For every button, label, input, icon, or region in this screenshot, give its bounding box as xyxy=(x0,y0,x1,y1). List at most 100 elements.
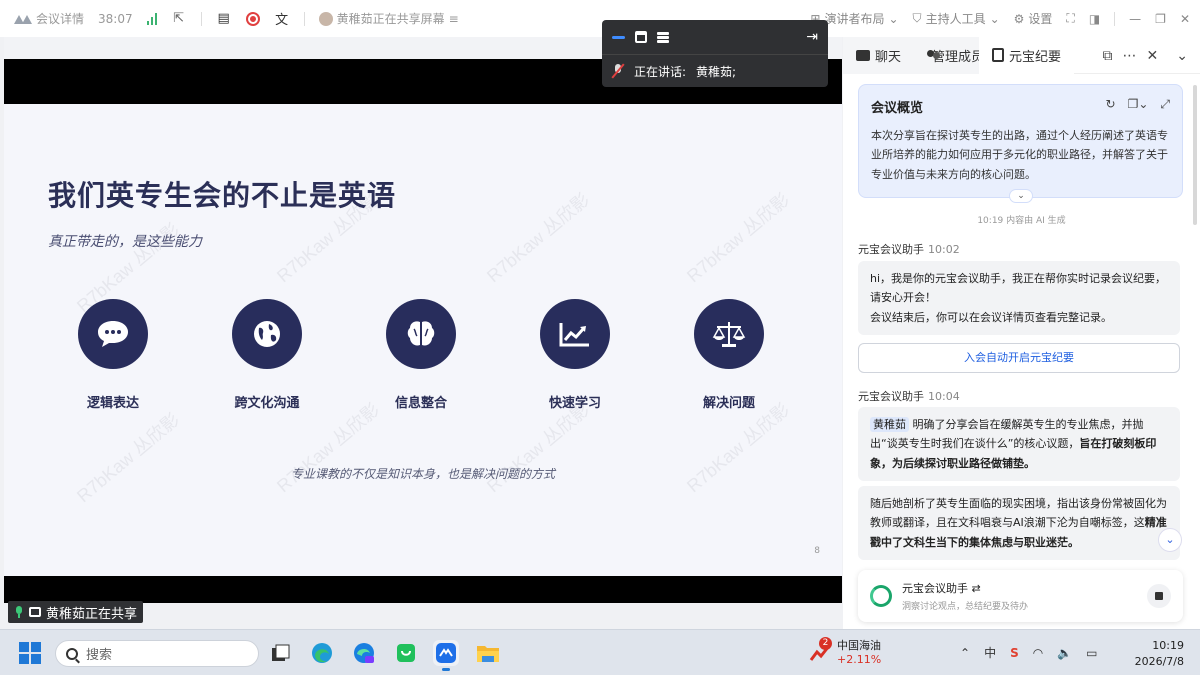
sharing-status[interactable]: 黄稚茹正在共享屏幕 ≡ xyxy=(318,10,459,27)
edge-ai-icon[interactable] xyxy=(351,640,377,666)
watermark: R7bKaw 丛欣影 xyxy=(273,399,384,497)
task-view-icon[interactable] xyxy=(268,640,294,666)
wps-icon[interactable]: S xyxy=(1010,646,1019,660)
close-icon[interactable]: ✕ xyxy=(1147,48,1159,64)
feature-label: 逻辑表达 xyxy=(86,396,139,411)
sender-name: 元宝会议助手 xyxy=(858,390,924,403)
system-clock[interactable]: 10:19 2026/7/8 xyxy=(1135,638,1184,670)
meeting-top-bar: 会议详情 38:07 ⇱ ▤ 文 黄稚茹正在共享屏幕 ≡ ⊞ 演讲者布局 ⌄ ⛉ 主持… xyxy=(0,0,1200,37)
translate-icon[interactable]: 文 xyxy=(274,11,290,28)
message-time: 10:04 xyxy=(928,390,960,403)
fullscreen-icon[interactable]: ⛶ xyxy=(1066,11,1074,26)
search-icon xyxy=(66,647,78,660)
feature-label: 信息整合 xyxy=(394,396,447,411)
popout-icon[interactable]: ⇱ xyxy=(171,11,187,27)
panel-scrollbar[interactable] xyxy=(1193,85,1197,225)
stop-icon xyxy=(1155,592,1163,600)
chevron-down-icon[interactable]: ⌄ xyxy=(1176,48,1188,64)
window-view-icon[interactable] xyxy=(635,31,647,43)
restore-icon[interactable]: ❐ xyxy=(1155,12,1166,26)
close-icon[interactable]: ✕ xyxy=(1180,12,1190,26)
network-signal-icon[interactable] xyxy=(146,12,157,25)
floating-toolbar: ⇥ xyxy=(602,20,828,54)
message-time: 10:02 xyxy=(928,243,960,256)
chat-icon xyxy=(856,49,870,61)
stock-notification-badge: 2 xyxy=(819,637,832,650)
search-placeholder: 搜索 xyxy=(86,648,113,663)
side-panel: 聊天 管理成员 元宝纪要 ⧉ ⋯ ✕ ⌄ 会议概览 ↻ ❐⌄ ⤢ 本次分享旨在探… xyxy=(843,37,1200,629)
sharer-avatar xyxy=(318,11,333,26)
ime-indicator[interactable]: 中 xyxy=(984,644,996,661)
message-text: 随后她剖析了英专生面临的现实困境，指出该身份常被固化为教师或翻译，且在文科唱衰与… xyxy=(870,497,1167,530)
globe-icon xyxy=(232,299,302,369)
edge-browser-icon[interactable] xyxy=(309,640,335,666)
system-tray: ⌃ 中 S ◠ 🔈 ▭ xyxy=(960,644,1098,661)
message-header: 元宝会议助手 10:04 xyxy=(858,388,960,404)
host-tools-button[interactable]: ⛉ 主持人工具 ⌄ xyxy=(913,10,1000,27)
shopping-app-icon[interactable] xyxy=(393,640,419,666)
windows-taskbar: 搜索 2 中国海油 +2.11% ⌃ 中 S ◠ 🔈 ▭ 10:19 2026/… xyxy=(0,629,1200,675)
popout-icon[interactable]: ⧉ xyxy=(1103,48,1113,64)
message-header: 元宝会议助手 10:02 xyxy=(858,241,960,257)
speech-bubble-icon xyxy=(78,299,148,369)
chevron-up-icon[interactable]: ⌃ xyxy=(960,646,970,660)
notes-icon[interactable]: ▤ xyxy=(216,11,232,27)
tab-yuanbao-notes[interactable]: 元宝纪要 xyxy=(979,37,1075,74)
auto-enable-notes-button[interactable]: 入会自动开启元宝纪要 xyxy=(858,343,1180,373)
switch-icon[interactable]: ⇄ xyxy=(972,582,981,595)
battery-icon[interactable]: ▭ xyxy=(1086,646,1097,660)
meeting-overview-card: 会议概览 ↻ ❐⌄ ⤢ 本次分享旨在探讨英专生的出路，通过个人经历阐述了英语专业… xyxy=(858,84,1183,203)
feature-logic: 逻辑表达 xyxy=(58,299,168,411)
stock-change: +2.11% xyxy=(837,653,882,666)
sidebar-toggle-icon[interactable]: ◨ xyxy=(1089,12,1100,26)
overview-body: 本次分享旨在探讨英专生的出路，通过个人经历阐述了英语专业所培养的能力如何应用于多… xyxy=(871,129,1168,181)
tab-label: 元宝纪要 xyxy=(1009,49,1062,65)
yuanbao-assistant-bar[interactable]: 元宝会议助手 ⇄ 洞察讨论观点，总结纪要及待办 xyxy=(858,570,1183,622)
menu-icon: ≡ xyxy=(448,11,459,26)
mic-muted-icon xyxy=(612,64,624,78)
slide-footer: 专业课教的不仅是知识本身，也是解决问题的方式 xyxy=(290,467,555,481)
collapse-icon[interactable]: ⇥ xyxy=(806,29,818,45)
speaker-name: 黄稚茹; xyxy=(696,64,737,79)
feature-label: 跨文化沟通 xyxy=(234,396,300,411)
tab-chat[interactable]: 聊天 xyxy=(843,37,915,74)
speaker-chip[interactable]: 黄稚茹 xyxy=(870,417,909,432)
chevron-down-icon[interactable]: ⌄ xyxy=(1009,189,1033,203)
tencent-meeting-app-icon[interactable] xyxy=(433,640,459,671)
record-icon[interactable] xyxy=(245,11,260,26)
tab-label: 聊天 xyxy=(875,49,902,65)
clock-date: 2026/7/8 xyxy=(1134,655,1184,668)
watermark: R7bKaw 丛欣影 xyxy=(483,399,594,497)
gear-icon: ⚙ xyxy=(1013,11,1025,26)
file-explorer-icon[interactable] xyxy=(475,640,501,666)
speaker-view-icon[interactable] xyxy=(612,35,625,39)
stock-name: 中国海油 xyxy=(837,639,881,652)
feature-problem-solving: 解决问题 xyxy=(674,299,784,411)
taskbar-search-input[interactable]: 搜索 xyxy=(55,640,259,667)
sharing-indicator-tag: 黄稚茹正在共享 xyxy=(8,601,144,623)
meeting-details-button[interactable]: 会议详情 xyxy=(14,10,84,27)
more-icon[interactable]: ⋯ xyxy=(1123,48,1137,64)
stop-button[interactable] xyxy=(1147,584,1171,608)
floating-speaker-panel[interactable]: ⇥ 正在讲话: 黄稚茹; xyxy=(602,20,828,87)
yuanbao-logo-icon xyxy=(870,585,892,607)
presentation-slide: R7bKaw 丛欣影 R7bKaw 丛欣影 R7bKaw 丛欣影 R7bKaw … xyxy=(4,104,842,576)
volume-icon[interactable]: 🔈 xyxy=(1057,646,1072,660)
refresh-icon[interactable]: ↻ xyxy=(1106,97,1116,112)
top-right-controls: ⊞ 演讲者布局 ⌄ ⛉ 主持人工具 ⌄ ⚙ 设置 ⛶ ◨ — ❐ ✕ xyxy=(810,0,1190,37)
active-app-indicator xyxy=(442,668,450,671)
stock-widget[interactable]: 2 中国海油 +2.11% xyxy=(809,637,881,666)
scroll-to-bottom-icon[interactable]: ⌄ xyxy=(1158,528,1182,552)
windows-start-icon[interactable] xyxy=(19,642,41,664)
feature-label: 解决问题 xyxy=(702,396,755,411)
tab-members[interactable]: 管理成员 xyxy=(914,37,980,74)
expand-icon[interactable]: ⤢ xyxy=(1160,97,1170,112)
tencent-meeting-logo-icon xyxy=(14,14,32,24)
copy-icon[interactable]: ❐⌄ xyxy=(1128,97,1149,112)
wifi-icon[interactable]: ◠ xyxy=(1033,646,1043,660)
list-view-icon[interactable] xyxy=(657,31,669,43)
minimize-icon[interactable]: — xyxy=(1129,12,1141,26)
settings-button[interactable]: ⚙ 设置 xyxy=(1014,10,1053,27)
sharing-status-text: 黄稚茹正在共享屏幕 xyxy=(336,12,445,26)
screen-share-icon xyxy=(29,607,41,617)
